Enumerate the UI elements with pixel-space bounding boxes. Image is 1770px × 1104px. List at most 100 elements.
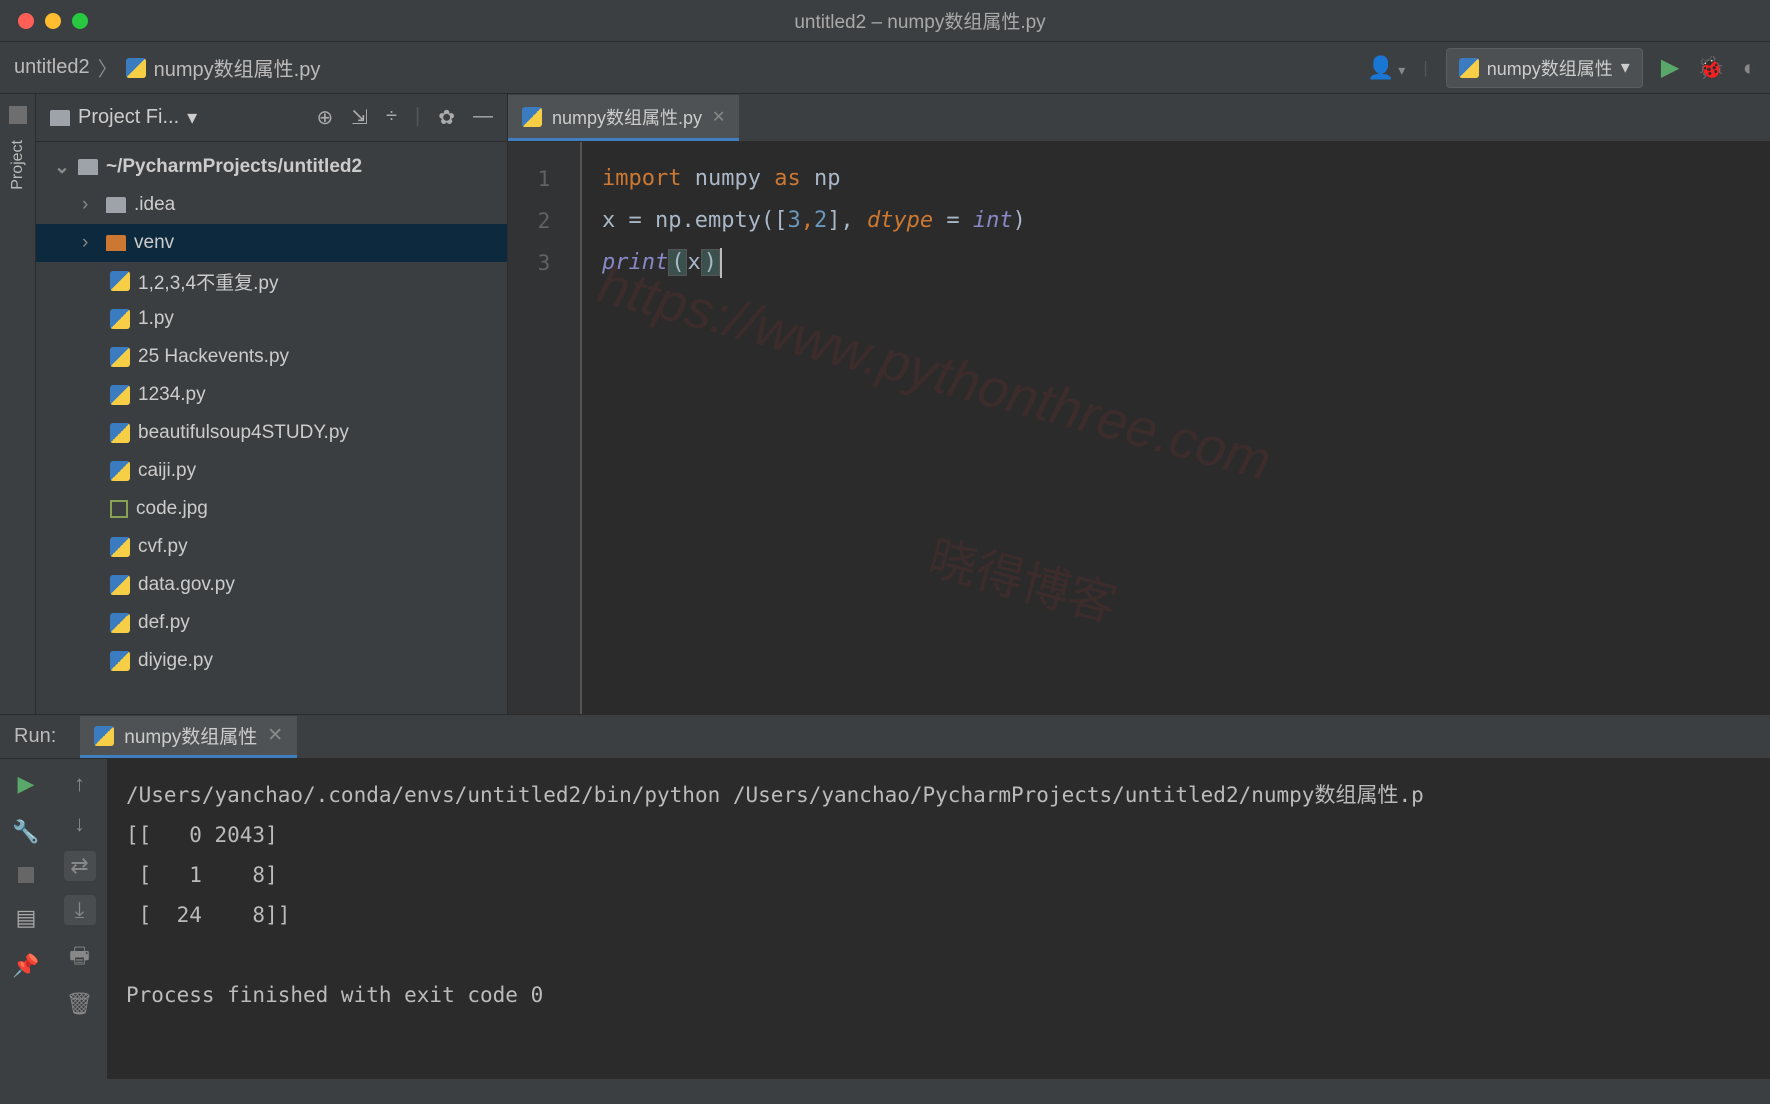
stop-button[interactable]: [18, 867, 34, 883]
folder-icon: [50, 110, 70, 126]
tree-item-label: code.jpg: [136, 498, 208, 520]
close-tab-icon[interactable]: ✕: [712, 107, 725, 127]
minimize-window-button[interactable]: [45, 13, 61, 29]
close-window-button[interactable]: [18, 13, 34, 29]
line-number: 1: [508, 158, 580, 200]
breadcrumb-root[interactable]: untitled2: [14, 56, 90, 79]
python-file-icon: [110, 271, 130, 291]
user-icon[interactable]: 👤: [1367, 55, 1405, 81]
editor-tab-active[interactable]: numpy数组属性.py ✕: [508, 95, 739, 141]
project-tab-label: Project: [9, 132, 27, 198]
tree-item-label: 1,2,3,4不重复.py: [138, 268, 278, 295]
builtin: print: [602, 250, 668, 275]
pin-icon[interactable]: 📌: [12, 953, 39, 979]
tree-file[interactable]: cvf.py: [36, 528, 507, 566]
tree-item-label: cvf.py: [138, 536, 188, 558]
target-icon[interactable]: ⊕: [317, 105, 334, 130]
number: 2: [814, 208, 827, 233]
line-number: 3: [508, 242, 580, 284]
console-line: [ 1 8]: [126, 863, 278, 887]
run-configuration-selector[interactable]: numpy数组属性 ▾: [1446, 48, 1643, 88]
run-panel-tabs: Run: numpy数组属性 ✕: [0, 715, 1770, 759]
editor-body[interactable]: 1 2 3 import numpy as np x = np.empty([3…: [508, 142, 1770, 714]
layout-icon[interactable]: ▤: [16, 905, 37, 931]
run-tab-active[interactable]: numpy数组属性 ✕: [80, 716, 297, 758]
tree-item-label: beautifulsoup4STUDY.py: [138, 422, 349, 444]
chevron-down-icon: ⌄: [54, 156, 70, 179]
soft-wrap-icon[interactable]: ⇄: [64, 851, 96, 881]
tree-file[interactable]: 1234.py: [36, 376, 507, 414]
keyword: as: [774, 166, 801, 191]
code-area[interactable]: import numpy as np x = np.empty([3,2], d…: [580, 142, 1770, 714]
expand-icon[interactable]: ⇲: [351, 105, 368, 130]
tree-file[interactable]: caiji.py: [36, 452, 507, 490]
tree-item-label: venv: [134, 232, 174, 254]
up-arrow-icon[interactable]: ↑: [74, 771, 85, 797]
breadcrumb: untitled2 〉 numpy数组属性.py: [14, 53, 320, 82]
tree-file[interactable]: beautifulsoup4STUDY.py: [36, 414, 507, 452]
tree-item-label: data.gov.py: [138, 574, 235, 596]
console-command: /Users/yanchao/.conda/envs/untitled2/bin…: [126, 783, 1424, 807]
stop-button[interactable]: ◐: [1743, 55, 1756, 81]
sidebar-header: Project Fi... ▾ ⊕ ⇲ ÷ | ✿ —: [36, 94, 507, 142]
python-file-icon: [126, 58, 146, 78]
chevron-down-icon: ▾: [187, 105, 197, 130]
sidebar-view-selector[interactable]: Project Fi...: [78, 106, 179, 129]
editor-tabs: numpy数组属性.py ✕: [508, 94, 1770, 142]
code-text: numpy: [695, 166, 761, 191]
editor: numpy数组属性.py ✕ 1 2 3 import numpy as np …: [508, 94, 1770, 714]
project-sidebar: Project Fi... ▾ ⊕ ⇲ ÷ | ✿ — ⌄ ~/PycharmP…: [36, 94, 508, 714]
tree-folder-idea[interactable]: › .idea: [36, 186, 507, 224]
code-text: x = np.empty([: [602, 208, 787, 233]
gear-icon[interactable]: ✿: [438, 105, 455, 130]
python-file-icon: [110, 613, 130, 633]
builtin: int: [973, 208, 1013, 233]
tree-item-label: diyige.py: [138, 650, 213, 672]
run-panel-label: Run:: [14, 725, 56, 748]
number: 3: [787, 208, 800, 233]
tree-file[interactable]: 25 Hackevents.py: [36, 338, 507, 376]
debug-button[interactable]: 🐞: [1697, 55, 1724, 81]
minimize-icon[interactable]: —: [473, 105, 493, 130]
run-button[interactable]: ▶: [1661, 53, 1679, 82]
tree-file[interactable]: code.jpg: [36, 490, 507, 528]
code-text: ],: [827, 208, 867, 233]
down-arrow-icon[interactable]: ↓: [74, 811, 85, 837]
tree-root-label: ~/PycharmProjects/untitled2: [106, 156, 362, 178]
close-tab-icon[interactable]: ✕: [267, 724, 283, 747]
project-tool-tab[interactable]: Project: [0, 94, 36, 714]
tree-item-label: 1234.py: [138, 384, 206, 406]
console-line: [ 24 8]]: [126, 903, 290, 927]
python-file-icon: [522, 107, 542, 127]
brace: ): [701, 249, 720, 276]
rerun-button[interactable]: ▶: [18, 771, 35, 797]
scroll-end-icon[interactable]: ⤓: [64, 895, 96, 925]
tree-item-label: .idea: [134, 194, 175, 216]
run-toolbar-right: ↑ ↓ ⇄ ⤓ 🖶 🗑: [52, 759, 108, 1079]
tree-file[interactable]: def.py: [36, 604, 507, 642]
wrench-icon[interactable]: 🔧: [12, 819, 39, 845]
trash-icon[interactable]: 🗑: [66, 991, 94, 1017]
python-file-icon: [110, 461, 130, 481]
code-text: ): [1013, 208, 1026, 233]
print-icon[interactable]: 🖶: [69, 939, 90, 977]
tree-item-label: 25 Hackevents.py: [138, 346, 289, 368]
tree-root[interactable]: ⌄ ~/PycharmProjects/untitled2: [36, 148, 507, 186]
zoom-window-button[interactable]: [72, 13, 88, 29]
python-file-icon: [1459, 58, 1479, 78]
python-file-icon: [110, 651, 130, 671]
python-file-icon: [110, 423, 130, 443]
breadcrumb-separator: 〉: [98, 53, 118, 82]
breadcrumb-file[interactable]: numpy数组属性.py: [154, 53, 321, 82]
tree-file[interactable]: data.gov.py: [36, 566, 507, 604]
tree-file[interactable]: 1,2,3,4不重复.py: [36, 262, 507, 300]
project-icon: [9, 106, 27, 124]
console-output[interactable]: /Users/yanchao/.conda/envs/untitled2/bin…: [108, 759, 1770, 1079]
tree-file[interactable]: 1.py: [36, 300, 507, 338]
run-tab-label: numpy数组属性: [124, 722, 257, 749]
tree-folder-venv[interactable]: › venv: [36, 224, 507, 262]
tree-file[interactable]: diyige.py: [36, 642, 507, 680]
collapse-icon[interactable]: ÷: [386, 105, 397, 130]
tree-item-label: caiji.py: [138, 460, 196, 482]
keyword: import: [602, 166, 681, 191]
